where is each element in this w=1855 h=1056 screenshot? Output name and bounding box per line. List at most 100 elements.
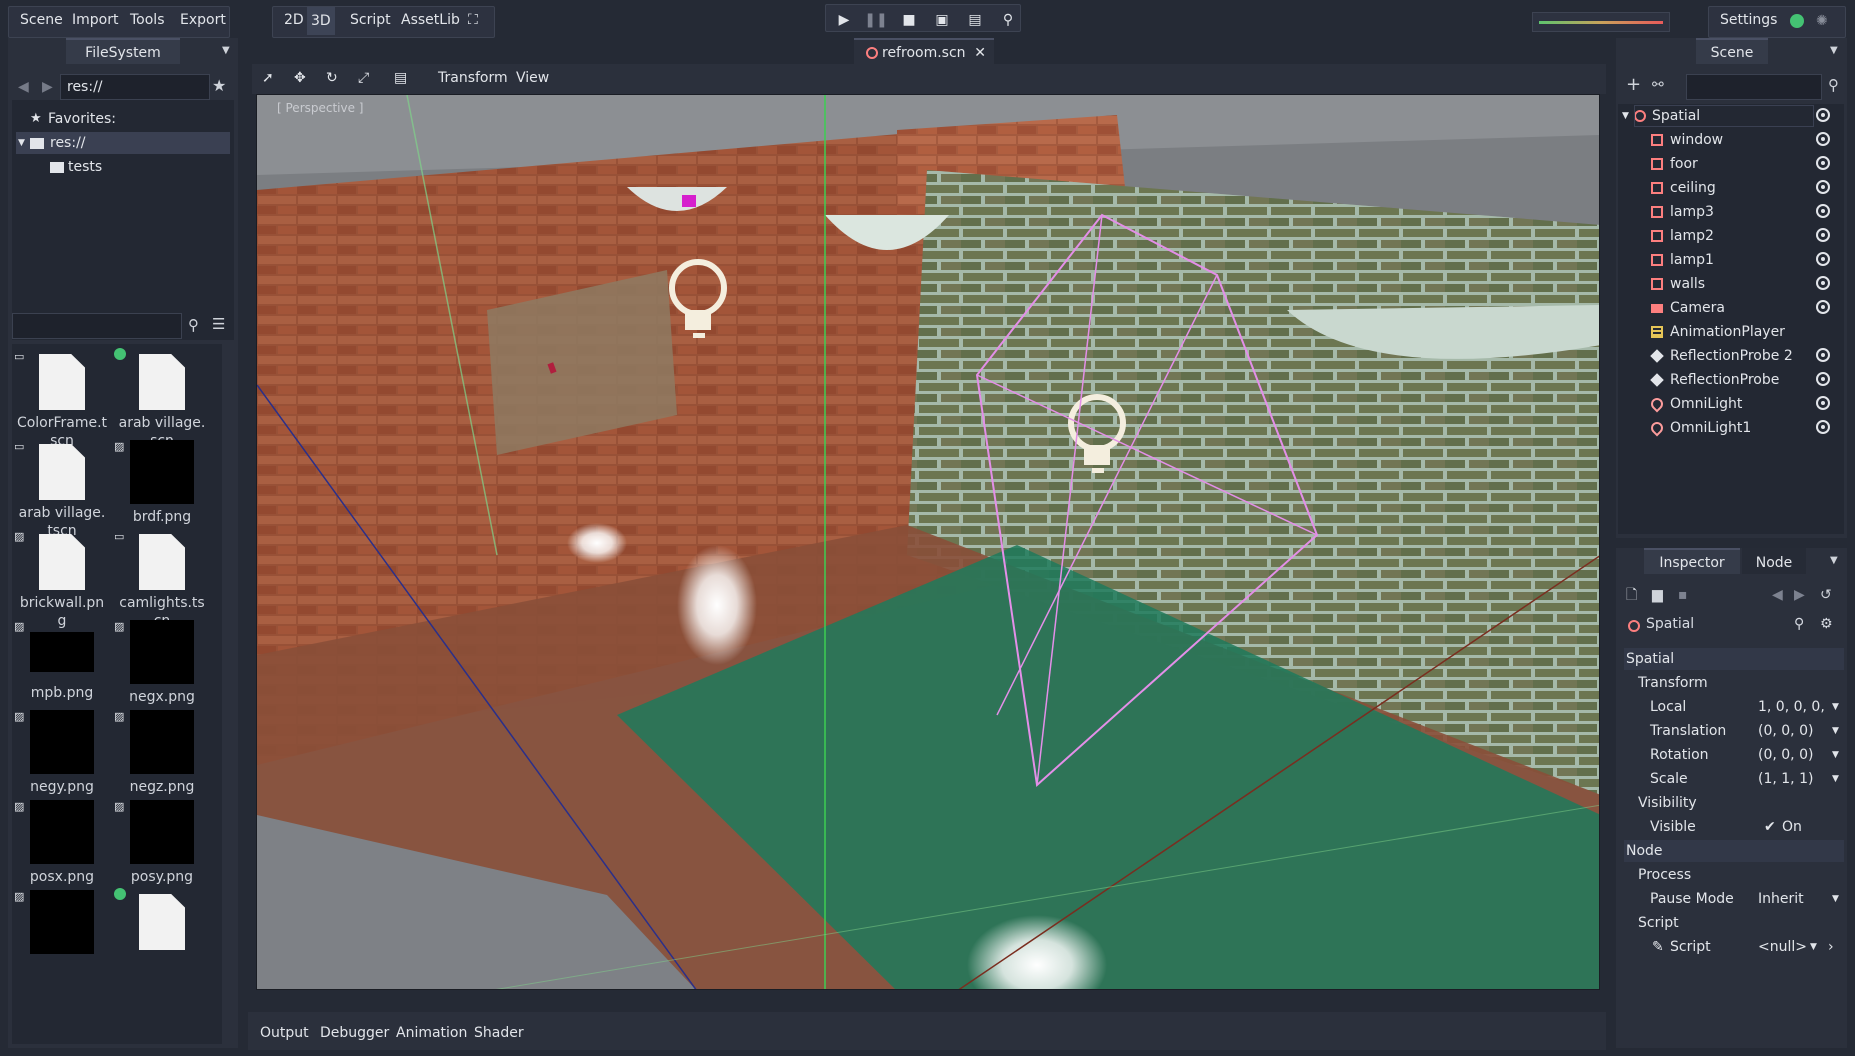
scene-filter-input[interactable] bbox=[1686, 74, 1822, 100]
file-item[interactable]: ▨ mpb.png bbox=[12, 620, 112, 702]
pause-icon[interactable]: ❚❚ bbox=[860, 6, 892, 34]
scene-node-reflectionprobe[interactable]: ReflectionProbe bbox=[1618, 368, 1844, 392]
save-disk-icon[interactable]: ▪ bbox=[1678, 588, 1688, 602]
search-icon[interactable]: ⚲ bbox=[1794, 616, 1804, 632]
tab-animation[interactable]: Animation bbox=[396, 1025, 467, 1041]
visibility-eye-icon[interactable] bbox=[1816, 276, 1830, 290]
dropdown-arrow-icon[interactable]: ▼ bbox=[1832, 888, 1839, 910]
dropdown-arrow-icon[interactable]: ▼ bbox=[1832, 696, 1839, 718]
menu-scene[interactable]: Scene bbox=[20, 12, 63, 28]
menu-tools[interactable]: Tools bbox=[130, 12, 165, 28]
visibility-eye-icon[interactable] bbox=[1816, 372, 1830, 386]
play-custom-scene-icon[interactable]: ▤ bbox=[959, 6, 991, 34]
scene-node-foor[interactable]: foor bbox=[1618, 152, 1844, 176]
file-item[interactable]: ▨ negz.png bbox=[112, 710, 212, 796]
visibility-eye-icon[interactable] bbox=[1816, 228, 1830, 242]
history-back-icon[interactable]: ◀ bbox=[1772, 588, 1783, 602]
scene-node-lamp3[interactable]: lamp3 bbox=[1618, 200, 1844, 224]
scene-node-omnilight[interactable]: OmniLight bbox=[1618, 392, 1844, 416]
3d-viewport[interactable]: [ Perspective ] bbox=[256, 94, 1600, 990]
visibility-eye-icon[interactable] bbox=[1816, 420, 1830, 434]
scene-node-lamp2[interactable]: lamp2 bbox=[1618, 224, 1844, 248]
menu-import[interactable]: Import bbox=[72, 12, 118, 28]
select-tool-icon[interactable]: ➚ bbox=[262, 70, 274, 86]
group-script[interactable]: Script bbox=[1624, 912, 1844, 934]
distraction-free-icon[interactable]: ⛶ bbox=[468, 12, 478, 28]
stop-icon[interactable]: ■ bbox=[893, 6, 925, 34]
history-forward-icon[interactable]: ▶ bbox=[1794, 588, 1805, 602]
scene-node-lamp1[interactable]: lamp1 bbox=[1618, 248, 1844, 272]
list-select-icon[interactable]: ▤ bbox=[394, 70, 407, 86]
file-item[interactable]: ▨ negx.png bbox=[112, 620, 212, 706]
visibility-eye-icon[interactable] bbox=[1816, 348, 1830, 362]
file-item[interactable]: ▭ ColorFrame.tscn bbox=[12, 350, 112, 450]
scene-node-spatial[interactable]: ▼ Spatial bbox=[1618, 104, 1844, 128]
scene-node-reflectionprobe2[interactable]: ReflectionProbe 2 bbox=[1618, 344, 1844, 368]
tree-favorites[interactable]: ★ Favorites: bbox=[12, 108, 234, 130]
tab-refroom[interactable]: refroom.scn ✕ bbox=[854, 38, 994, 64]
translation-value[interactable]: (0, 0, 0) bbox=[1758, 720, 1813, 742]
visibility-eye-icon[interactable] bbox=[1816, 108, 1830, 122]
dock-menu-icon[interactable]: ▼ bbox=[222, 46, 230, 56]
scale-value[interactable]: (1, 1, 1) bbox=[1758, 768, 1813, 790]
tab-filesystem[interactable]: FileSystem bbox=[66, 38, 180, 64]
tab-debugger[interactable]: Debugger bbox=[320, 1025, 389, 1041]
dropdown-arrow-icon[interactable]: ▼ bbox=[1832, 744, 1839, 766]
visibility-eye-icon[interactable] bbox=[1816, 252, 1830, 266]
scene-node-animationplayer[interactable]: AnimationPlayer bbox=[1618, 320, 1844, 344]
visibility-eye-icon[interactable] bbox=[1816, 132, 1830, 146]
path-field[interactable]: res:// bbox=[60, 74, 210, 100]
menu-export[interactable]: Export bbox=[180, 12, 226, 28]
pause-mode-value[interactable]: Inherit bbox=[1758, 888, 1804, 910]
file-item[interactable]: ▨ posx.png bbox=[12, 800, 112, 886]
file-item[interactable]: ▨ brdf.png bbox=[112, 440, 212, 526]
settings-menu[interactable]: Settings bbox=[1720, 12, 1777, 28]
tab-scene[interactable]: Scene bbox=[1696, 38, 1768, 64]
instance-link-icon[interactable]: ⚯ bbox=[1652, 78, 1664, 92]
file-item[interactable]: ▨ brickwall.png bbox=[12, 530, 112, 630]
visibility-eye-icon[interactable] bbox=[1816, 180, 1830, 194]
tab-output[interactable]: Output bbox=[260, 1025, 309, 1041]
search-icon[interactable]: ⚲ bbox=[188, 318, 199, 333]
transform-menu[interactable]: Transform bbox=[438, 70, 508, 86]
view-menu[interactable]: View bbox=[516, 70, 549, 86]
list-view-icon[interactable]: ☰ bbox=[212, 317, 225, 332]
visibility-eye-icon[interactable] bbox=[1816, 156, 1830, 170]
gear-icon[interactable]: ⚙ bbox=[1820, 616, 1833, 632]
dropdown-arrow-icon[interactable]: ▼ bbox=[1810, 936, 1817, 958]
script-value[interactable]: <null> bbox=[1758, 936, 1807, 958]
file-item[interactable]: ▭ arab village.tscn bbox=[12, 440, 112, 540]
group-visibility[interactable]: Visibility bbox=[1624, 792, 1844, 814]
forward-arrow-icon[interactable]: ▶ bbox=[42, 80, 53, 94]
dropdown-arrow-icon[interactable]: ▼ bbox=[1832, 720, 1839, 742]
visibility-eye-icon[interactable] bbox=[1816, 204, 1830, 218]
visibility-eye-icon[interactable] bbox=[1816, 300, 1830, 314]
open-folder-icon[interactable]: ▆ bbox=[1652, 588, 1663, 602]
scene-node-omnilight1[interactable]: OmniLight1 bbox=[1618, 416, 1844, 440]
move-tool-icon[interactable]: ✥ bbox=[294, 70, 306, 86]
file-item[interactable] bbox=[112, 888, 212, 954]
play-scene-icon[interactable]: ▣ bbox=[926, 6, 958, 34]
scale-tool-icon[interactable]: ⤢ bbox=[358, 70, 369, 86]
tab-shader[interactable]: Shader bbox=[474, 1025, 524, 1041]
group-process[interactable]: Process bbox=[1624, 864, 1844, 886]
section-spatial[interactable]: Spatial bbox=[1624, 648, 1844, 670]
tree-folder-tests[interactable]: tests bbox=[12, 156, 234, 178]
debug-options-icon[interactable]: ⚲ bbox=[992, 6, 1024, 34]
history-icon[interactable]: ↺ bbox=[1820, 588, 1832, 602]
chevron-right-icon[interactable]: › bbox=[1828, 936, 1834, 958]
local-value[interactable]: 1, 0, 0, 0, bbox=[1758, 696, 1825, 718]
dropdown-arrow-icon[interactable]: ▼ bbox=[1832, 768, 1839, 790]
scene-node-ceiling[interactable]: ceiling bbox=[1618, 176, 1844, 200]
rotate-tool-icon[interactable]: ↻ bbox=[326, 70, 338, 86]
section-node[interactable]: Node bbox=[1624, 840, 1844, 862]
visibility-eye-icon[interactable] bbox=[1816, 396, 1830, 410]
mode-2d-button[interactable]: 2D bbox=[284, 12, 304, 28]
scene-node-camera[interactable]: Camera bbox=[1618, 296, 1844, 320]
expand-arrow-icon[interactable]: ▼ bbox=[1622, 104, 1629, 128]
visible-value[interactable]: On bbox=[1782, 816, 1802, 838]
file-item[interactable]: ▨ negy.png bbox=[12, 710, 112, 796]
mode-3d-button[interactable]: 3D bbox=[307, 7, 335, 35]
close-icon[interactable]: ✕ bbox=[974, 40, 986, 66]
play-icon[interactable]: ▶ bbox=[828, 6, 860, 34]
